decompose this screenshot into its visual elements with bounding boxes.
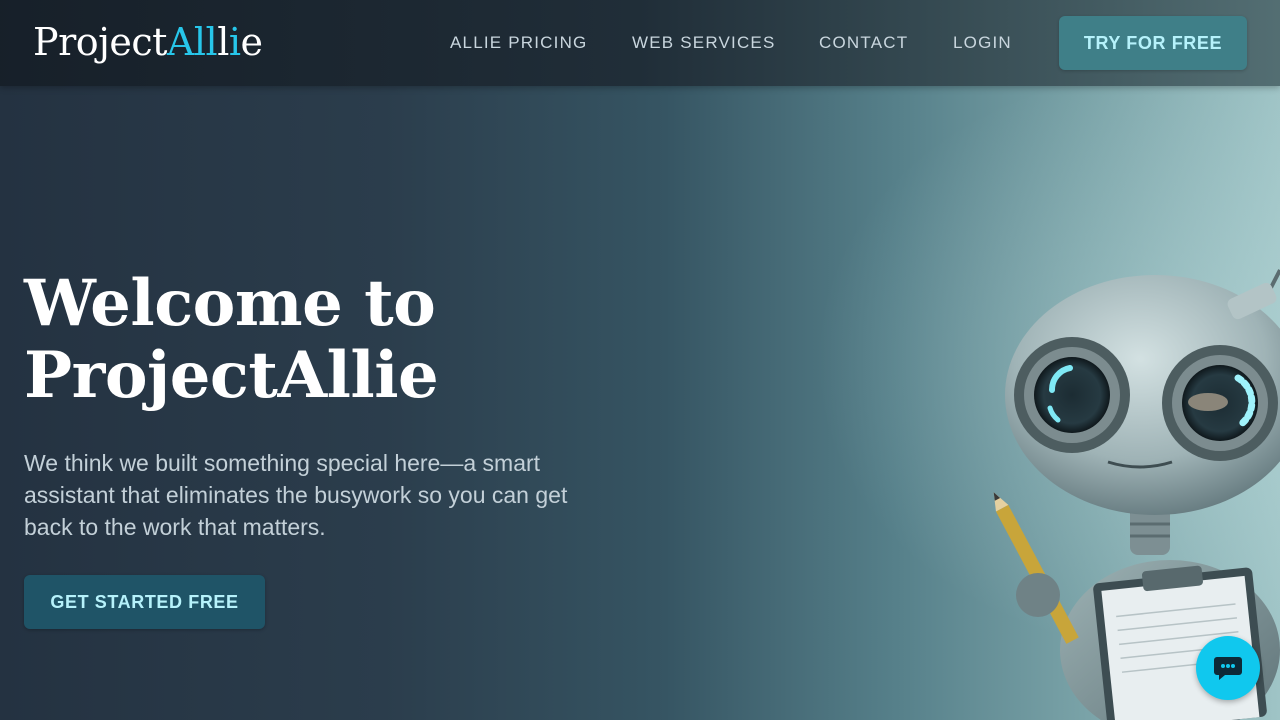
projectallie-logo[interactable]: ProjectAlllie <box>33 18 263 66</box>
hero-subtitle: We think we built something special here… <box>24 450 568 540</box>
logo-text-project: Project <box>33 20 167 64</box>
get-started-free-button[interactable]: GET STARTED FREE <box>24 575 265 629</box>
logo-text-al: All <box>166 20 218 64</box>
logo-text-e: e <box>240 20 264 64</box>
try-for-free-button[interactable]: TRY FOR FREE <box>1059 16 1247 70</box>
hero-title-line2: ProjectAllie <box>24 338 439 413</box>
hero-title-line1: Welcome to <box>24 266 436 341</box>
hero-title: Welcome to ProjectAllie <box>24 268 624 412</box>
logo-text-l: l <box>217 20 229 64</box>
chat-widget-button[interactable] <box>1196 636 1260 700</box>
logo-text-i: i <box>228 20 241 64</box>
chat-bubble-icon <box>1214 657 1242 680</box>
nav-link-web-services[interactable]: WEB SERVICES <box>632 33 776 53</box>
top-navbar: ProjectAlllie ALLIE PRICING WEB SERVICES… <box>0 0 1280 86</box>
nav-link-login[interactable]: LOGIN <box>953 33 1012 53</box>
nav-link-contact[interactable]: CONTACT <box>819 33 908 53</box>
nav-link-allie-pricing[interactable]: ALLIE PRICING <box>450 33 587 53</box>
